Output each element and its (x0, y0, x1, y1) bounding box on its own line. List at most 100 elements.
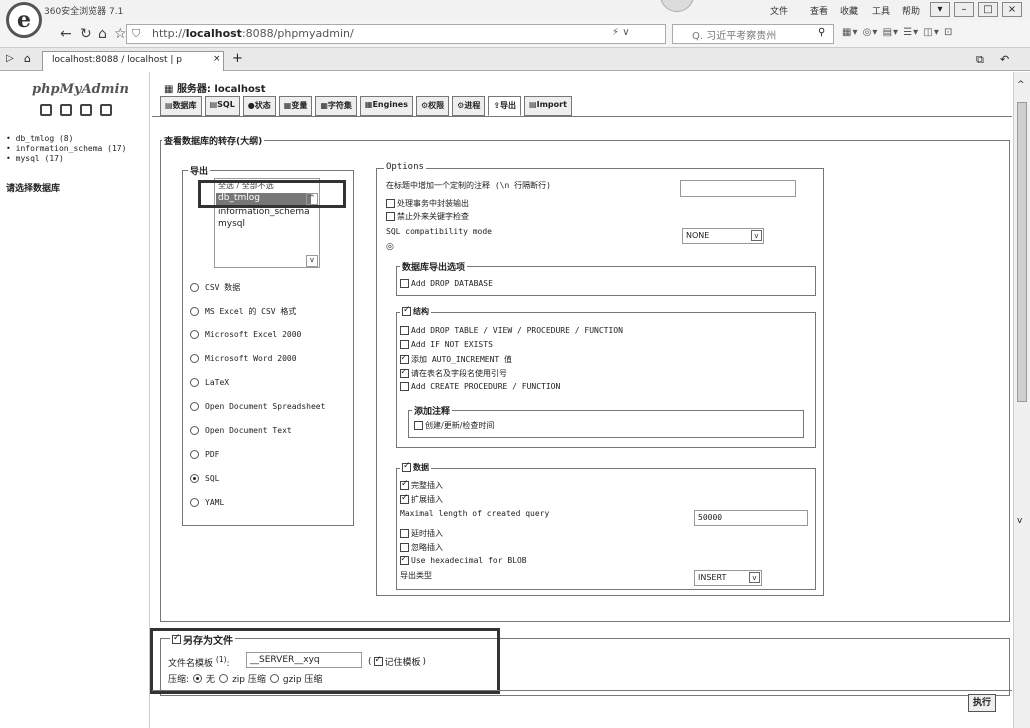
db-list-item[interactable]: • db_tmlog (8) (6, 134, 73, 143)
compat-label: SQL compatibility mode (386, 227, 492, 236)
ignore-insert-checkbox[interactable]: 忽略插入 (400, 542, 443, 553)
db-list-item[interactable]: • information_schema (17) (6, 144, 126, 153)
scrollbar-thumb[interactable] (1017, 102, 1027, 402)
browser-title: 360安全浏览器 7.1 (44, 7, 124, 17)
add-drop-table-checkbox[interactable]: Add DROP TABLE / VIEW / PROCEDURE / FUNC… (400, 326, 623, 335)
home-icon[interactable] (40, 104, 52, 116)
complete-insert-checkbox[interactable]: 完整插入 (400, 479, 443, 491)
browser-logo-icon: e (6, 2, 42, 38)
search-icon[interactable]: ⚲ (818, 27, 825, 38)
auto-increment-checkbox[interactable]: 添加 AUTO_INCREMENT 值 (400, 353, 512, 365)
select-scroll-down-icon[interactable]: v (306, 255, 318, 267)
chevron-down-icon: v (749, 572, 760, 583)
tab-status[interactable]: ●状态 (242, 96, 276, 116)
compat-select[interactable]: NONE v (682, 228, 764, 244)
sql-docs-icon[interactable] (100, 104, 112, 116)
back-icon[interactable]: ← (60, 26, 72, 42)
hex-blob-checkbox[interactable]: Use hexadecimal for BLOB (400, 554, 527, 565)
format-radio-sql[interactable]: SQL (190, 474, 219, 483)
format-radio-odt[interactable]: Open Document Text (190, 426, 292, 435)
shield-icon: ⛉ (132, 27, 141, 40)
tab-label: localhost:8088 / localhost | p (52, 55, 182, 65)
comment-input[interactable] (680, 180, 796, 197)
menu-help[interactable]: 帮助 (902, 4, 920, 17)
transaction-checkbox[interactable]: 处理事务中封装输出 (386, 198, 469, 209)
home-tab-icon[interactable]: ⌂ (24, 52, 31, 65)
go-button[interactable]: 执行 (968, 694, 996, 712)
tab-databases[interactable]: ▤数据库 (160, 96, 202, 116)
add-drop-database-checkbox[interactable]: Add DROP DATABASE (400, 279, 493, 288)
tab-variables[interactable]: ▦变量 (278, 96, 313, 116)
scrollbar[interactable]: ^ v (1013, 72, 1030, 728)
menu-tools[interactable]: 工具 (872, 4, 890, 17)
format-radio-excel[interactable]: Microsoft Excel 2000 (190, 330, 301, 339)
choose-database-hint: 请选择数据库 (6, 184, 61, 194)
format-radio-word[interactable]: Microsoft Word 2000 (190, 354, 297, 363)
skin-icon[interactable]: ▾ (930, 2, 950, 17)
structure-checkbox[interactable]: 结构 (400, 305, 431, 317)
maximize-button[interactable]: □ (978, 2, 998, 17)
backquotes-checkbox[interactable]: 请在表名及字段名使用引号 (400, 367, 507, 379)
pma-logo[interactable]: phpMyAdmin (32, 82, 129, 97)
dates-checkbox[interactable]: 创建/更新/检查时间 (414, 420, 494, 431)
help-icon[interactable]: ◎ (386, 242, 394, 252)
export-type-label: 导出类型 (400, 571, 432, 580)
refresh-icon[interactable]: ↻ (80, 26, 92, 42)
pma-navigation-frame (0, 72, 150, 728)
server-label: ▦ 服务器: localhost (164, 84, 266, 95)
tab-privileges[interactable]: ⚙权限 (415, 96, 450, 116)
toolbar-extension-icons[interactable]: ▦▾ ◎▾ ▤▾ ☰▾ ◫▾ ⊡ (842, 27, 953, 38)
comment-label: 在标题中增加一个定制的注释 (\n 行隔断行) (386, 181, 551, 190)
minimize-button[interactable]: – (954, 2, 974, 17)
sidebar-toggle-icon[interactable]: ▷ (6, 53, 14, 64)
restore-tab-icon[interactable]: ⧉ (976, 53, 984, 67)
undo-close-icon[interactable]: ↶ (1000, 53, 1009, 66)
tab-engines[interactable]: ▦Engines (359, 96, 413, 116)
docs-icon[interactable] (80, 104, 92, 116)
max-query-label: Maximal length of created query (400, 509, 550, 518)
menu-file[interactable]: 文件 (770, 4, 788, 17)
db-list-item[interactable]: • mysql (17) (6, 154, 64, 163)
format-radio-ods[interactable]: Open Document Spreadsheet (190, 402, 325, 411)
format-radio-csv-excel[interactable]: MS Excel 的 CSV 格式 (190, 306, 296, 317)
export-legend: 导出 (188, 164, 211, 177)
chevron-down-icon: v (751, 230, 762, 241)
data-checkbox[interactable]: 数据 (400, 461, 431, 473)
format-radio-yaml[interactable]: YAML (190, 498, 224, 507)
export-type-select[interactable]: INSERT v (694, 570, 762, 586)
annotation-highlight-box (198, 180, 346, 208)
add-create-procedure-checkbox[interactable]: Add CREATE PROCEDURE / FUNCTION (400, 382, 560, 391)
query-window-icon[interactable] (60, 104, 72, 116)
tab-export[interactable]: ⇪导出 (488, 96, 522, 116)
max-query-input[interactable]: 50000 (694, 510, 808, 526)
address-tools-icon[interactable]: ⚡ ∨ (612, 27, 630, 38)
tab-charsets[interactable]: ▦字符集 (315, 96, 357, 116)
tab-processes[interactable]: ⚙进程 (452, 96, 486, 116)
comments-legend: 添加注释 (412, 404, 453, 417)
options-legend: Options (384, 162, 426, 172)
tabs-divider (152, 116, 1012, 117)
format-radio-latex[interactable]: LaTeX (190, 378, 229, 387)
close-tab-icon[interactable]: × (213, 54, 221, 64)
annotation-highlight-box (150, 628, 500, 694)
extended-insert-checkbox[interactable]: 扩展插入 (400, 493, 443, 505)
tab-import[interactable]: ▤Import (524, 96, 572, 116)
db-export-options-legend: 数据库导出选项 (400, 260, 468, 273)
new-tab-button[interactable]: + (232, 51, 243, 66)
scroll-down-icon[interactable]: v (1017, 516, 1022, 526)
format-radio-pdf[interactable]: PDF (190, 450, 219, 459)
db-option[interactable]: mysql (218, 219, 245, 229)
scroll-up-icon[interactable]: ^ (1017, 80, 1027, 90)
db-option[interactable]: information_schema (218, 207, 310, 217)
add-if-not-exists-checkbox[interactable]: Add IF NOT EXISTS (400, 340, 493, 349)
star-icon[interactable]: ☆ (114, 26, 127, 42)
menu-favorites[interactable]: 收藏 (840, 4, 858, 17)
home-icon[interactable]: ⌂ (98, 26, 107, 42)
menu-view[interactable]: 查看 (810, 4, 828, 17)
close-window-button[interactable]: × (1002, 2, 1022, 17)
format-radio-csv[interactable]: CSV 数据 (190, 282, 240, 293)
pma-tabs: ▤数据库 ▤SQL ●状态 ▦变量 ▦字符集 ▦Engines ⚙权限 ⚙进程 … (160, 96, 572, 116)
delayed-insert-checkbox[interactable]: 延时插入 (400, 528, 443, 539)
tab-sql[interactable]: ▤SQL (204, 96, 240, 116)
disable-fk-checkbox[interactable]: 禁止外来关键字检查 (386, 211, 469, 222)
